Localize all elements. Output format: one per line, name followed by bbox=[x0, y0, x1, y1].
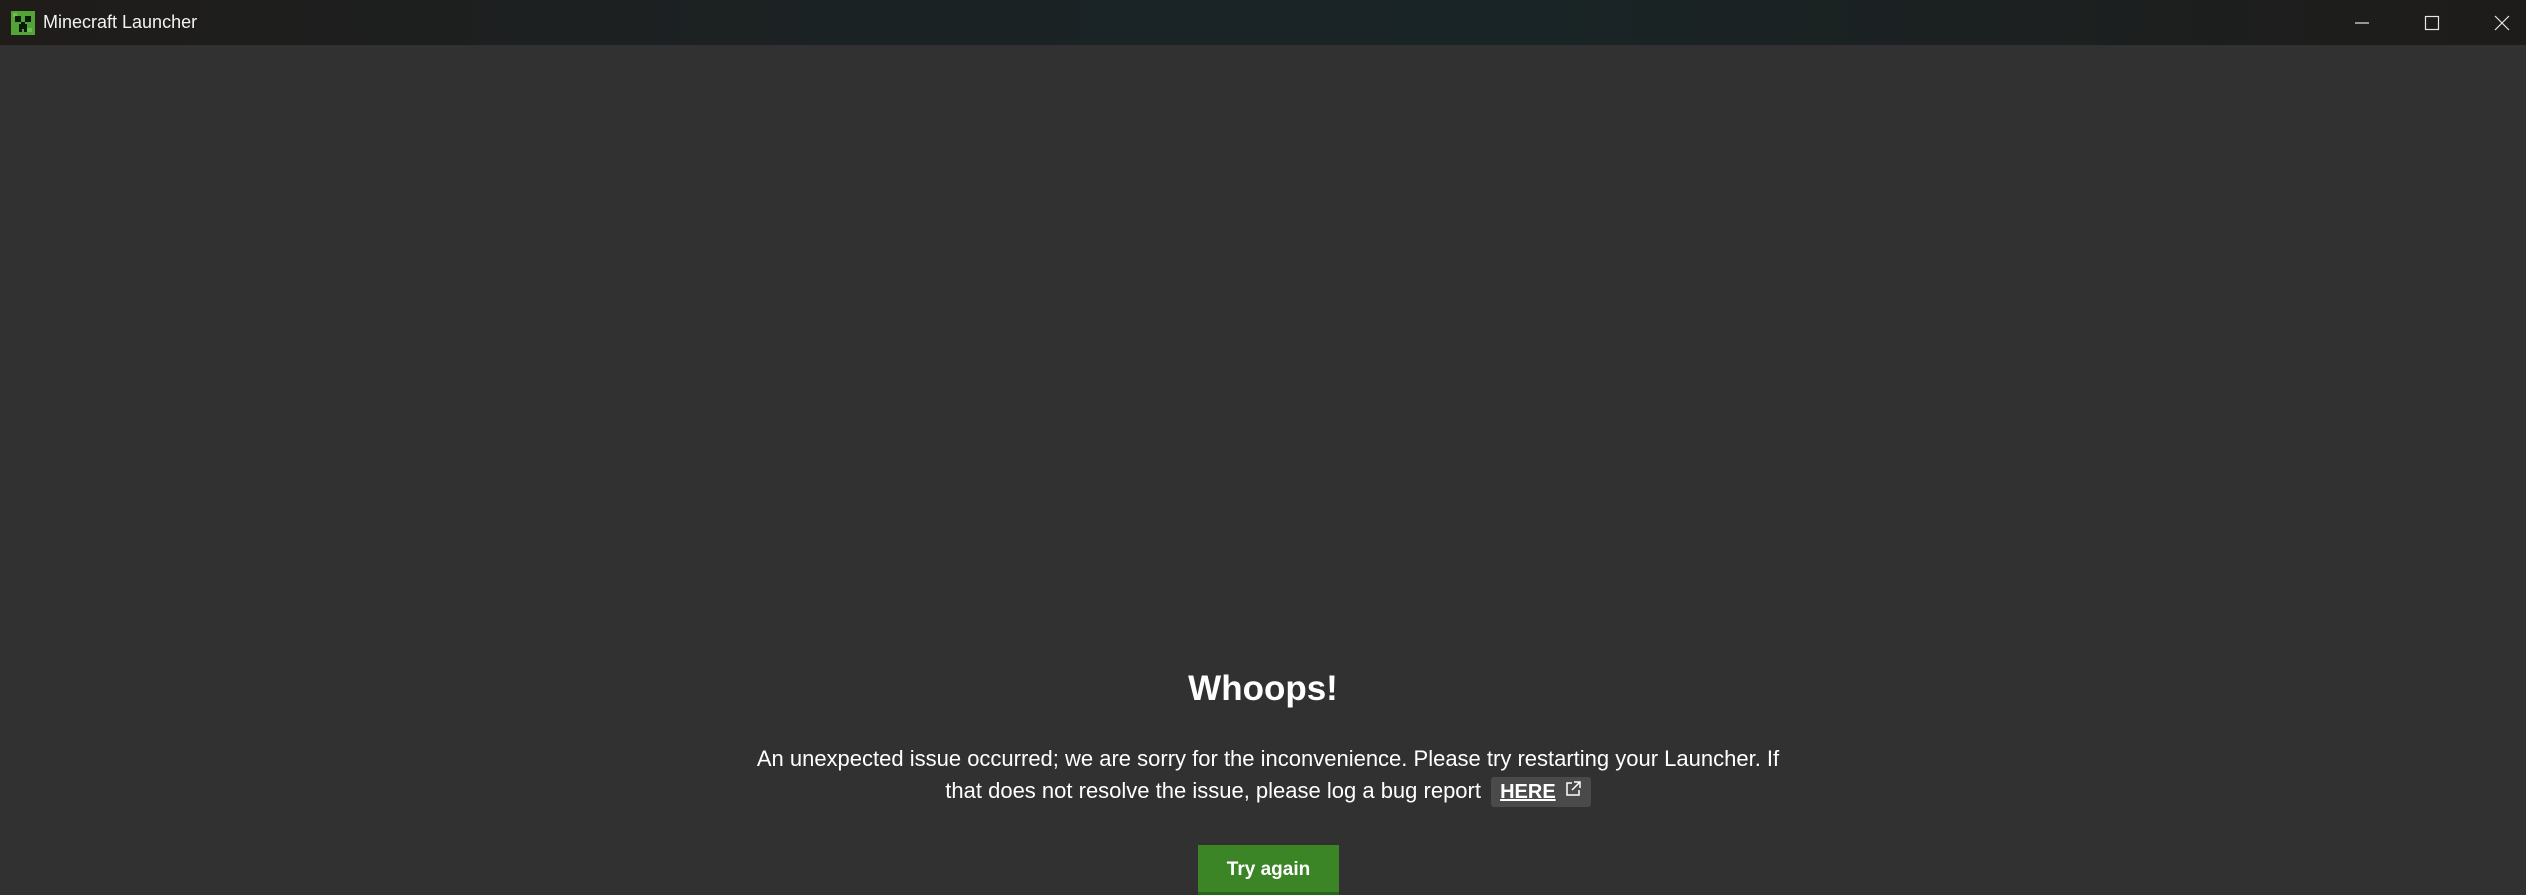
launcher-window: Minecraft Launcher Whoops! An unexpected… bbox=[0, 0, 2526, 895]
bug-report-link[interactable]: HERE bbox=[1491, 777, 1591, 808]
close-button[interactable] bbox=[2468, 0, 2526, 45]
creeper-icon bbox=[11, 11, 35, 35]
maximize-icon bbox=[2424, 15, 2440, 31]
external-link-icon bbox=[1564, 778, 1582, 806]
window-title: Minecraft Launcher bbox=[43, 12, 198, 32]
bug-report-link-label: HERE bbox=[1500, 781, 1556, 804]
error-message: An unexpected issue occurred; we are sor… bbox=[740, 743, 1796, 808]
close-icon bbox=[2494, 15, 2510, 31]
error-page: Whoops! An unexpected issue occurred; we… bbox=[0, 45, 2526, 895]
title-bar[interactable]: Minecraft Launcher bbox=[0, 0, 2526, 45]
error-message-text: An unexpected issue occurred; we are sor… bbox=[756, 746, 1780, 803]
maximize-button[interactable] bbox=[2398, 0, 2466, 45]
error-heading: Whoops! bbox=[1188, 669, 1338, 708]
try-again-button[interactable]: Try again bbox=[1198, 845, 1339, 895]
minimize-icon bbox=[2354, 15, 2370, 31]
minimize-button[interactable] bbox=[2328, 0, 2396, 45]
